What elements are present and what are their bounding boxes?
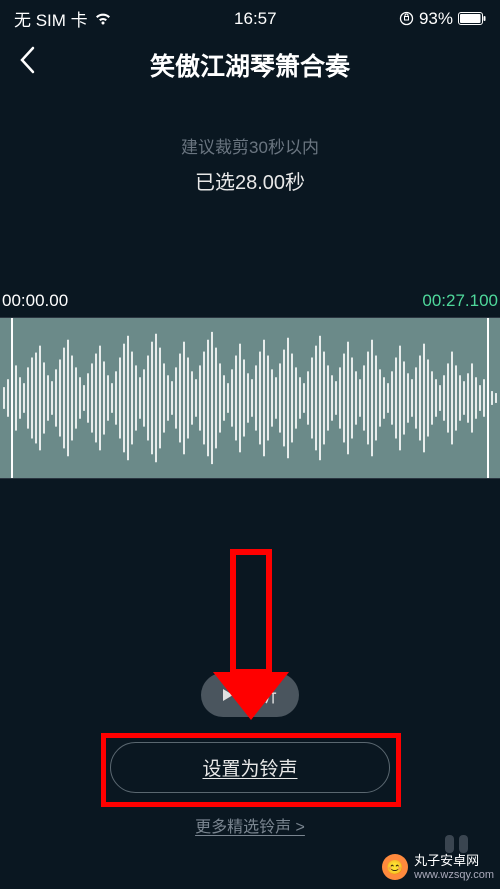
orientation-lock-icon xyxy=(399,11,414,26)
set-ringtone-button[interactable]: 设置为铃声 xyxy=(110,742,390,793)
watermark-url: www.wzsqy.com xyxy=(414,869,494,881)
waveform[interactable] xyxy=(0,317,500,479)
wifi-icon xyxy=(94,12,112,26)
waveform-section: 00:00.00 00:27.100 xyxy=(0,291,500,479)
trim-hint: 建议裁剪30秒以内 xyxy=(0,133,500,158)
page-title: 笑傲江湖琴箫合奏 xyxy=(150,47,350,83)
selected-duration: 已选28.00秒 xyxy=(0,166,500,195)
watermark: 😊 丸子安卓网 www.wzsqy.com xyxy=(382,853,494,881)
waveform-svg xyxy=(0,318,500,478)
trim-end-time: 00:27.100 xyxy=(422,291,500,311)
watermark-brand: 丸子安卓网 xyxy=(414,853,494,869)
clock: 16:57 xyxy=(234,9,277,29)
battery-pct: 93% xyxy=(419,9,453,29)
preview-button[interactable]: 试听 xyxy=(201,673,299,717)
back-button[interactable] xyxy=(18,45,36,80)
trim-handle-left[interactable] xyxy=(11,318,13,479)
header: 笑傲江湖琴箫合奏 xyxy=(0,35,500,105)
play-icon xyxy=(223,689,233,701)
more-ringtones-link[interactable]: 更多精选铃声 > xyxy=(195,813,305,837)
preview-label: 试听 xyxy=(241,682,277,708)
battery-icon xyxy=(458,12,486,25)
trim-handle-right[interactable] xyxy=(487,318,489,479)
bottom-decor xyxy=(445,835,468,853)
trim-start-time: 00:00.00 xyxy=(0,291,68,311)
sim-status: 无 SIM 卡 xyxy=(14,6,88,31)
status-bar: 无 SIM 卡 16:57 93% xyxy=(0,0,500,35)
watermark-logo-icon: 😊 xyxy=(382,854,408,880)
